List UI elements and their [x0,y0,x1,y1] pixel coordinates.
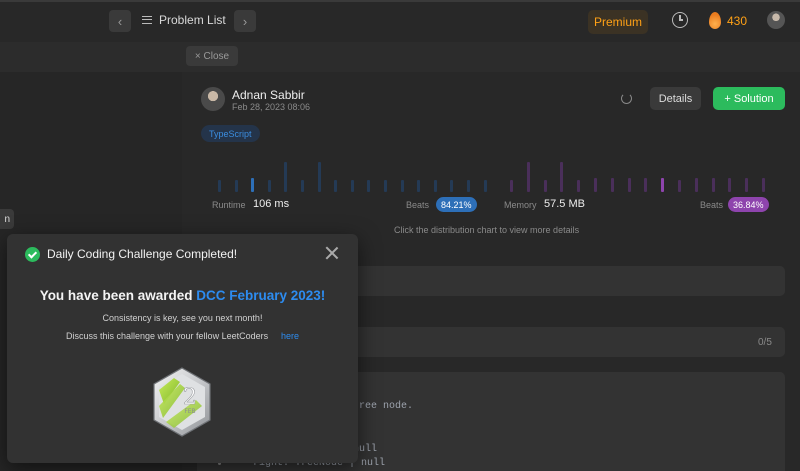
runtime-beats-badge: 84.21% [436,197,477,212]
memory-distribution-bar[interactable] [510,180,513,192]
runtime-distribution-bar[interactable] [267,180,271,192]
runtime-distribution-bar[interactable] [334,180,338,192]
memory-distribution-bar[interactable] [560,162,564,192]
distribution-hint: Click the distribution chart to view mor… [394,225,580,235]
runtime-label: Runtime [212,200,246,210]
memory-distribution-bar[interactable] [728,178,732,192]
memory-distribution-bar[interactable] [526,162,530,192]
problem-list-label: Problem List [159,13,226,27]
memory-value: 57.5 MB [544,198,585,210]
chevron-right-icon: › [242,13,248,29]
modal-title: Daily Coding Challenge Completed! [47,247,238,261]
left-panel-pill[interactable]: n [0,209,14,229]
list-icon [142,16,152,24]
runtime-distribution-bar[interactable] [234,180,238,192]
award-highlight: DCC February 2023! [196,288,326,303]
runtime-distribution-bar[interactable] [367,180,371,192]
memory-distribution-bar[interactable] [577,180,581,192]
close-tab-button[interactable]: × Close [186,46,238,66]
runtime-distribution-bar[interactable] [218,180,221,192]
consistency-message: Consistency is key, see you next month! [102,313,263,323]
badge-number: 2 [183,385,197,410]
memory-beats-badge: 36.84% [728,197,769,212]
memory-label: Memory [504,200,537,210]
rating-score: 0/5 [758,337,772,348]
runtime-distribution-bar[interactable] [433,180,437,192]
memory-distribution-bar[interactable] [694,178,698,192]
left-panel-header [0,42,182,72]
runtime-distribution-bar[interactable] [467,180,470,192]
runtime-distribution-bar[interactable] [450,180,454,192]
share-icon[interactable] [621,93,632,104]
user-avatar-menu[interactable] [767,11,785,29]
chevron-left-icon: ‹ [117,13,123,29]
submitter-avatar [201,87,225,111]
premium-button[interactable]: Premium [588,10,648,34]
memory-distribution-bar[interactable] [627,178,631,192]
memory-beats-label: Beats [700,200,724,210]
streak-count: 430 [727,14,748,28]
memory-distribution-bar[interactable] [762,178,765,192]
memory-distribution-bar[interactable] [711,178,715,192]
discuss-message: Discuss this challenge with your fellow … [66,331,269,341]
submitter-name[interactable]: Adnan Sabbir [232,88,305,102]
check-circle-icon [25,247,40,262]
submission-tabbar [182,42,800,72]
award-prefix: You have been awarded [39,288,197,303]
problem-list-button[interactable]: Problem List [142,13,226,27]
runtime-distribution-bar[interactable] [417,180,421,192]
memory-distribution-bar[interactable] [644,178,648,192]
next-problem-button[interactable]: › [234,10,256,32]
runtime-distribution-bar[interactable] [317,162,321,192]
badge-month: FEB [184,408,195,415]
language-tag: TypeScript [201,125,260,142]
runtime-distribution-bar[interactable] [384,180,387,192]
runtime-distribution-bar[interactable] [284,162,288,192]
runtime-beats-label: Beats [406,200,430,210]
runtime-distribution-bar[interactable] [350,180,354,192]
runtime-distribution-bar[interactable] [483,180,487,192]
submission-date: Feb 28, 2023 08:06 [232,102,311,112]
memory-distribution-bar[interactable] [543,180,547,192]
runtime-distribution-bar[interactable] [251,178,255,192]
memory-distribution-bar[interactable] [661,178,665,192]
memory-distribution-bar[interactable] [678,180,681,192]
dcc-badge-icon: 2 FEB [153,367,211,437]
prev-problem-button[interactable]: ‹ [109,10,131,32]
runtime-distribution-bar[interactable] [301,180,304,192]
details-button[interactable]: Details [650,87,701,110]
distribution-chart[interactable] [212,150,772,192]
memory-distribution-bar[interactable] [594,178,597,192]
discuss-link[interactable]: here [281,331,299,341]
runtime-value: 106 ms [253,198,290,210]
memory-distribution-bar[interactable] [610,178,614,192]
add-solution-button[interactable]: + Solution [713,87,785,110]
close-icon[interactable] [325,246,339,260]
memory-distribution-bar[interactable] [745,178,749,192]
runtime-distribution-bar[interactable] [400,180,404,192]
award-message: You have been awarded DCC February 2023! [7,288,358,303]
alarm-clock-icon[interactable] [672,12,688,28]
fire-streak-icon[interactable] [709,12,721,29]
